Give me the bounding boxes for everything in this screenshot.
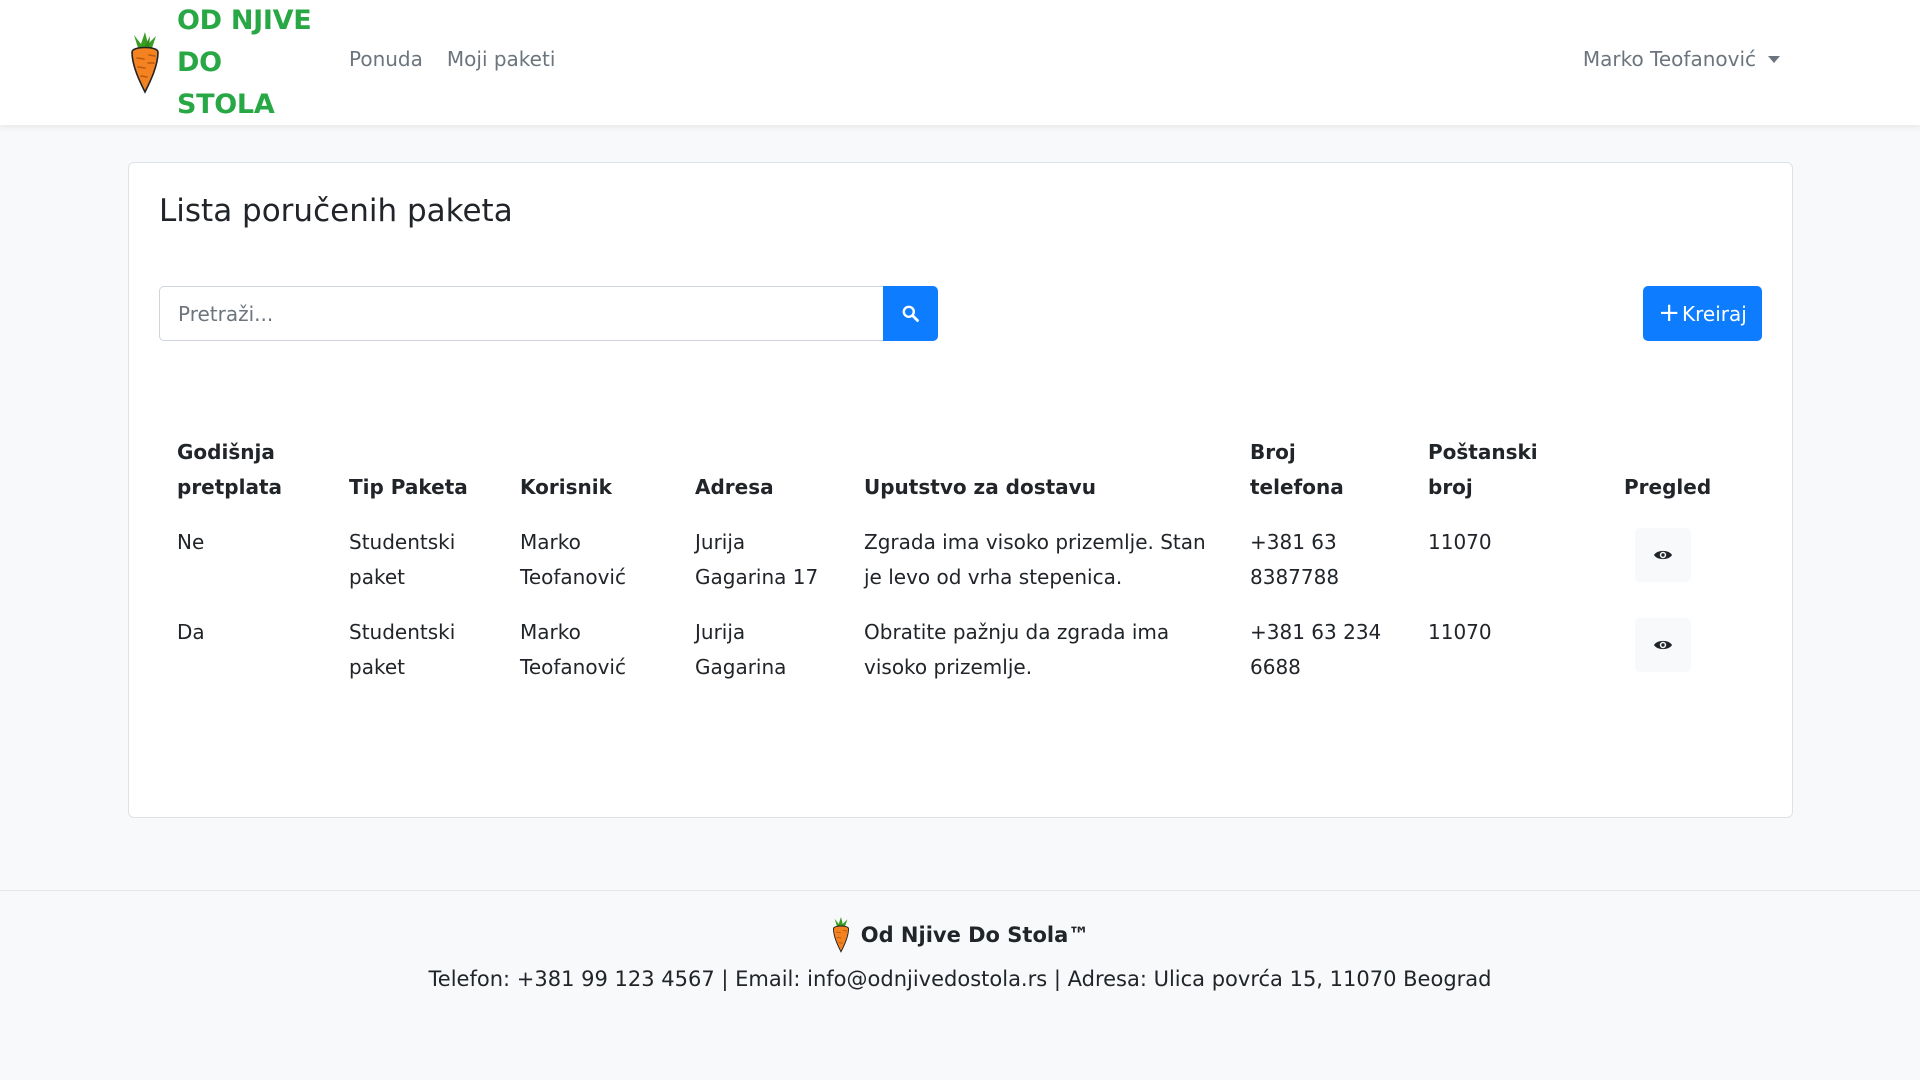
orders-table-wrap: Godišnja pretplata Tip Paketa Korisnik A…	[159, 425, 1764, 695]
orders-card: Lista poručenih paketa + Kreiraj Godišnj…	[128, 162, 1793, 818]
cell-postanski: 11070	[1428, 620, 1492, 644]
col-header-adresa: Adresa	[695, 475, 774, 499]
cell-uputstvo: Obratite pažnju da zgrada ima visoko pri…	[864, 620, 1170, 679]
brand[interactable]: OD NJIVE DO STOLA	[128, 5, 327, 120]
main-nav: Ponuda Moji paketi	[349, 47, 555, 71]
table-header-row: Godišnja pretplata Tip Paketa Korisnik A…	[159, 425, 1719, 515]
cell-pregled	[1606, 515, 1719, 605]
search-button[interactable]	[883, 286, 938, 341]
view-button[interactable]	[1634, 618, 1691, 672]
caret-down-icon	[1768, 55, 1780, 63]
table-row: Ne Studentski paket Marko Teofanović Jur…	[159, 515, 1719, 605]
eye-icon	[1653, 640, 1672, 650]
footer-contact-info: Telefon: +381 99 123 4567 | Email: info@…	[428, 967, 1492, 991]
nav-ponuda[interactable]: Ponuda	[349, 47, 423, 71]
user-name: Marko Teofanović	[1582, 47, 1756, 71]
col-header-postanski: Poštanski broj	[1428, 440, 1538, 499]
plus-icon: +	[1658, 297, 1680, 328]
search-icon	[902, 305, 919, 322]
brand-line-1: OD NJIVE	[177, 5, 312, 36]
navbar: OD NJIVE DO STOLA Ponuda Moji paketi Mar…	[0, 0, 1920, 125]
search-group	[159, 286, 938, 341]
cell-korisnik: Marko Teofanović	[520, 620, 626, 679]
col-header-korisnik: Korisnik	[520, 475, 612, 499]
user-menu-dropdown[interactable]: Marko Teofanović	[1583, 47, 1780, 71]
col-header-pretplata: Godišnja pretplata	[177, 440, 283, 499]
nav-moji-paketi[interactable]: Moji paketi	[447, 47, 556, 71]
create-button[interactable]: + Kreiraj	[1643, 286, 1762, 341]
cell-adresa: Jurija Gagarina	[695, 620, 787, 679]
brand-name: OD NJIVE DO STOLA	[177, 0, 327, 126]
cell-tip: Studentski paket	[349, 530, 456, 589]
cell-telefon: +381 63 8387788	[1250, 530, 1340, 589]
orders-table: Godišnja pretplata Tip Paketa Korisnik A…	[159, 425, 1719, 695]
brand-line-2: DO STOLA	[177, 47, 275, 120]
view-button[interactable]	[1634, 528, 1691, 582]
create-button-label: Kreiraj	[1682, 301, 1747, 326]
footer: Od Njive Do Stola™ Telefon: +381 99 123 …	[0, 890, 1920, 1025]
cell-pretplata: Ne	[177, 530, 205, 554]
col-header-telefon: Broj telefona	[1250, 440, 1344, 499]
eye-icon	[1653, 550, 1672, 560]
cell-uputstvo: Zgrada ima visoko prizemlje. Stan je lev…	[864, 530, 1206, 589]
col-header-pregled: Pregled	[1624, 475, 1712, 499]
col-header-tip: Tip Paketa	[349, 475, 468, 499]
footer-brand: Od Njive Do Stola™	[0, 917, 1920, 953]
cell-adresa: Jurija Gagarina 17	[695, 530, 819, 589]
cell-pretplata: Da	[177, 620, 205, 644]
footer-brand-name: Od Njive Do Stola™	[860, 923, 1090, 947]
cell-korisnik: Marko Teofanović	[520, 530, 626, 589]
cell-postanski: 11070	[1428, 530, 1492, 554]
cell-pregled	[1606, 605, 1719, 695]
cell-tip: Studentski paket	[349, 620, 456, 679]
search-input[interactable]	[159, 286, 883, 341]
page-title: Lista poručenih paketa	[159, 193, 513, 229]
col-header-uputstvo: Uputstvo za dostavu	[864, 475, 1096, 499]
cell-telefon: +381 63 234 6688	[1250, 620, 1382, 679]
carrot-icon	[832, 917, 849, 953]
carrot-icon	[131, 32, 159, 94]
table-row: Da Studentski paket Marko Teofanović Jur…	[159, 605, 1719, 695]
